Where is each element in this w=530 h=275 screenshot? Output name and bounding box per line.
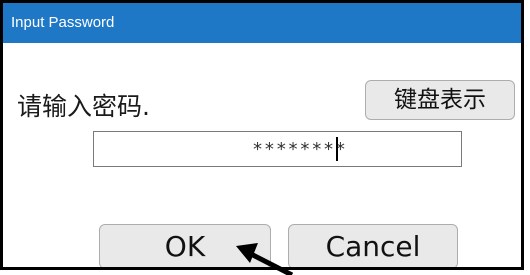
cancel-button[interactable]: Cancel	[288, 224, 458, 267]
password-input[interactable]	[93, 131, 462, 167]
text-caret	[336, 137, 338, 161]
ok-button[interactable]: OK	[99, 224, 271, 267]
password-prompt-label: 请输入密码.	[17, 92, 150, 121]
input-password-dialog: Input Password 请输入密码. 键盘表示 OK Cancel	[0, 0, 524, 270]
keyboard-display-button[interactable]: 键盘表示	[365, 80, 515, 120]
dialog-title: Input Password	[3, 3, 521, 43]
